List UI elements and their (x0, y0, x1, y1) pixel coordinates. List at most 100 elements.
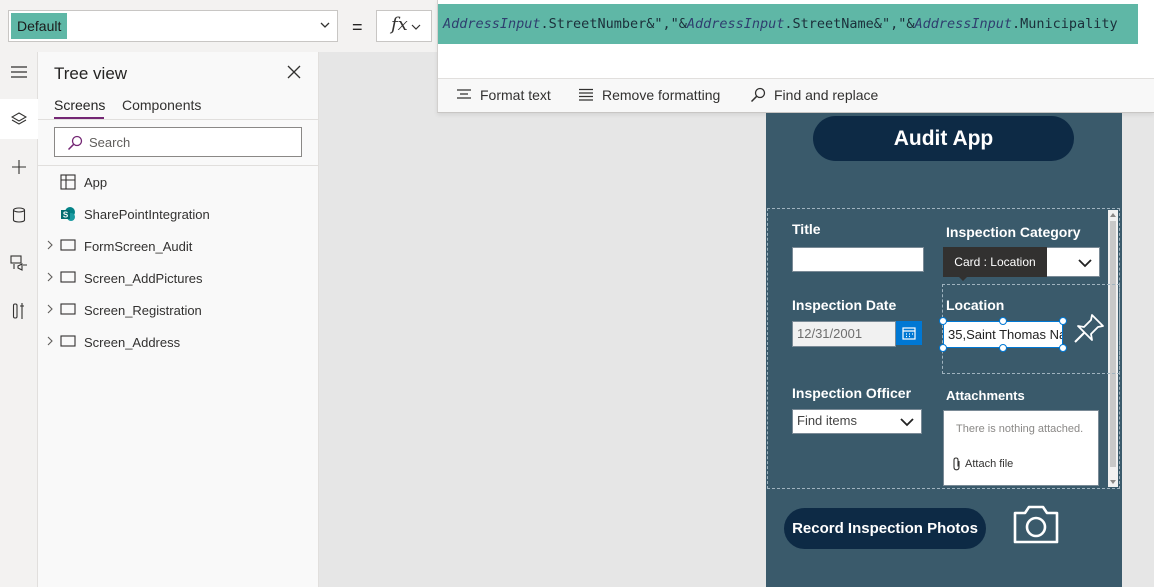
tree-item-screen-addpictures[interactable]: Screen_AddPictures (38, 262, 319, 294)
app-screen-canvas[interactable]: Audit App Title Inspection Category Card… (766, 113, 1122, 587)
formula-text[interactable]: AddressInput.StreetNumber&","&AddressInp… (438, 4, 1138, 44)
tree-item-label: Screen_AddPictures (84, 271, 203, 286)
plus-icon (12, 160, 26, 174)
inspection-officer-label: Inspection Officer (792, 385, 912, 401)
card-tooltip: Card : Location (943, 247, 1047, 277)
app-icon (60, 174, 76, 190)
resize-handle[interactable] (1059, 344, 1067, 352)
tools-icon (12, 303, 24, 319)
chevron-down-icon (900, 418, 914, 427)
insert-button[interactable] (0, 147, 38, 187)
hamburger-icon (11, 66, 27, 78)
tree-item-label: FormScreen_Audit (84, 239, 193, 254)
remove-formatting-icon (579, 88, 593, 101)
inspection-date-value[interactable]: 12/31/2001 (792, 321, 896, 347)
screen-icon (60, 271, 76, 283)
fx-label: fx (391, 14, 408, 35)
tree-view-button[interactable] (0, 99, 38, 139)
chevron-down-icon (1078, 259, 1092, 268)
formula-editor[interactable]: AddressInput.StreetNumber&","&AddressInp… (437, 0, 1154, 113)
calendar-icon (902, 327, 916, 340)
attach-file-button[interactable]: Attach file (952, 457, 1013, 471)
tab-screens[interactable]: Screens (54, 97, 105, 113)
record-inspection-photos-button[interactable]: Record Inspection Photos (784, 508, 986, 549)
scroll-up-icon[interactable] (1109, 211, 1117, 219)
tree-view-title: Tree view (54, 64, 128, 83)
formula-toolbar: Format text Remove formatting Find and r… (438, 78, 1154, 112)
format-text-icon (457, 89, 471, 99)
calendar-button[interactable] (896, 321, 922, 345)
find-replace-button[interactable]: Find and replace (750, 87, 878, 103)
inspection-date-label: Inspection Date (792, 297, 897, 313)
advanced-tools-button[interactable] (0, 291, 38, 331)
chevron-right-icon[interactable] (46, 272, 54, 282)
divider (38, 119, 319, 120)
tooltip-arrow (958, 276, 968, 281)
attachments-label: Attachments (946, 388, 1025, 403)
formula-identifier: AddressInput (686, 16, 785, 32)
search-icon (750, 87, 766, 103)
svg-text:S: S (63, 211, 69, 220)
database-icon (12, 207, 26, 223)
chevron-down-icon (411, 24, 421, 30)
tree-item-sharepointintegration[interactable]: S SharePointIntegration (38, 198, 319, 230)
tree-item-label: Screen_Address (84, 335, 181, 350)
attachments-control[interactable]: There is nothing attached. Attach file (943, 410, 1099, 486)
property-dropdown[interactable]: Default (8, 10, 338, 42)
left-rail (0, 52, 38, 587)
resize-handle[interactable] (999, 317, 1007, 325)
tree-item-app[interactable]: App (38, 166, 319, 198)
title-input[interactable] (792, 247, 924, 272)
screen-icon (60, 335, 76, 347)
tree-view-pane: Tree view Screens Components App S Share… (38, 52, 319, 587)
formula-token: .StreetName&","& (784, 16, 915, 32)
formula-token: .StreetNumber&","& (540, 16, 687, 32)
fx-button[interactable]: fx (376, 10, 432, 42)
resize-handle[interactable] (999, 344, 1007, 352)
scroll-down-icon[interactable] (1109, 478, 1117, 486)
chevron-right-icon[interactable] (46, 240, 54, 250)
tree-search-input[interactable] (89, 132, 289, 152)
resize-handle[interactable] (939, 344, 947, 352)
find-replace-label: Find and replace (774, 87, 879, 103)
inspection-officer-combobox[interactable]: Find items (792, 409, 922, 434)
chevron-right-icon[interactable] (46, 336, 54, 346)
formula-identifier: AddressInput (914, 16, 1012, 32)
screen-icon (60, 303, 76, 315)
app-title-banner: Audit App (813, 116, 1074, 161)
sharepoint-icon: S (61, 207, 75, 221)
tree-item-screen-address[interactable]: Screen_Address (38, 326, 319, 358)
remove-formatting-button[interactable]: Remove formatting (578, 87, 720, 103)
resize-handle[interactable] (939, 317, 947, 325)
media-button[interactable] (0, 243, 38, 283)
search-icon (67, 135, 83, 151)
title-field-label: Title (792, 221, 821, 237)
attachments-empty-text: There is nothing attached. (956, 423, 1084, 435)
formula-token: .Municipality (1012, 16, 1118, 32)
equals-sign: = (352, 17, 363, 37)
format-text-label: Format text (480, 87, 551, 103)
tree-item-label: SharePointIntegration (84, 207, 210, 222)
formula-identifier: AddressInput (443, 16, 541, 32)
hamburger-menu-button[interactable] (0, 52, 38, 92)
screen-icon (60, 239, 76, 251)
chevron-right-icon[interactable] (46, 304, 54, 314)
tree-item-formscreen-audit[interactable]: FormScreen_Audit (38, 230, 319, 262)
inspection-category-label: Inspection Category (946, 224, 1081, 240)
close-icon[interactable] (286, 64, 302, 80)
format-text-button[interactable]: Format text (456, 87, 551, 103)
resize-handle[interactable] (1059, 317, 1067, 325)
tree-item-label: Screen_Registration (84, 303, 202, 318)
pin-icon[interactable] (1071, 311, 1107, 347)
tree-item-label: App (84, 175, 108, 190)
paperclip-icon (953, 457, 960, 471)
layers-icon (11, 112, 27, 125)
attach-file-label: Attach file (965, 458, 1014, 470)
tree-item-screen-registration[interactable]: Screen_Registration (38, 294, 319, 326)
tree-search-box[interactable] (54, 127, 302, 157)
camera-icon[interactable] (1012, 503, 1060, 545)
officer-placeholder: Find items (797, 413, 857, 428)
location-label: Location (946, 297, 1005, 313)
tab-components[interactable]: Components (122, 97, 201, 113)
data-button[interactable] (0, 195, 38, 235)
